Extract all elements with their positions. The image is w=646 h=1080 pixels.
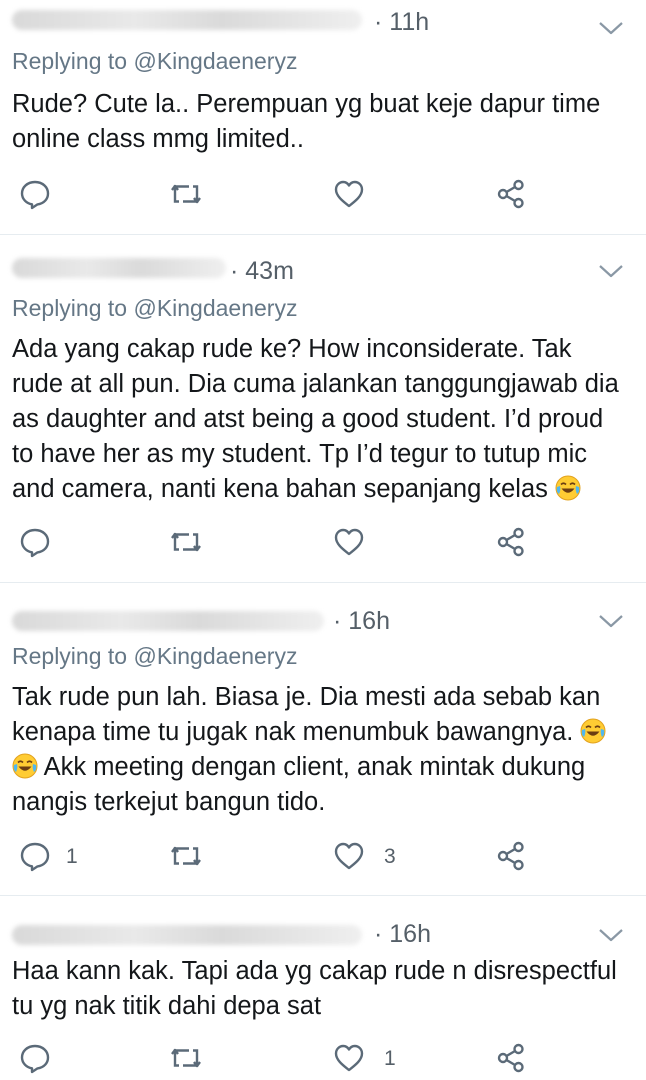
share-icon[interactable] xyxy=(494,1041,528,1075)
chevron-down-icon[interactable] xyxy=(598,613,624,629)
face-with-tears-of-joy-emoji xyxy=(580,718,606,744)
retweet-icon[interactable] xyxy=(169,1041,203,1075)
author-name-redacted xyxy=(12,258,226,278)
face-with-tears-of-joy-emoji xyxy=(12,753,38,779)
face-with-tears-of-joy-emoji xyxy=(555,475,581,501)
replying-to-handle[interactable]: @Kingdaeneryz xyxy=(133,643,297,669)
retweet-icon[interactable] xyxy=(169,177,203,211)
tweet-text: Tak rude pun lah. Biasa je. Dia mesti ad… xyxy=(12,680,622,820)
retweet-icon[interactable] xyxy=(169,839,203,873)
replying-to: Replying to @Kingdaeneryz xyxy=(12,643,298,669)
share-icon[interactable] xyxy=(494,177,528,211)
author-name-redacted xyxy=(12,10,362,30)
reply-icon[interactable] xyxy=(18,525,52,559)
like-icon[interactable] xyxy=(332,177,366,211)
author-name-redacted xyxy=(12,611,324,631)
chevron-down-icon[interactable] xyxy=(598,263,624,279)
tweet-2[interactable]: · 43m Replying to @Kingdaeneryz Ada yang… xyxy=(0,235,646,581)
share-icon[interactable] xyxy=(494,525,528,559)
tweet-time: · 43m xyxy=(230,257,294,285)
chevron-down-icon[interactable] xyxy=(598,20,624,36)
like-icon[interactable] xyxy=(332,1041,366,1075)
replying-to-handle[interactable]: @Kingdaeneryz xyxy=(133,48,297,74)
author-name-redacted xyxy=(12,925,362,945)
reply-count: 1 xyxy=(66,845,78,868)
like-count: 1 xyxy=(384,1047,396,1070)
tweet-3[interactable]: · 16h Replying to @Kingdaeneryz Tak rude… xyxy=(0,583,646,895)
reply-icon[interactable] xyxy=(18,839,52,873)
like-count: 3 xyxy=(384,845,396,868)
replying-to: Replying to @Kingdaeneryz xyxy=(12,48,298,74)
tweet-text: Rude? Cute la.. Perempuan yg buat keje d… xyxy=(12,90,601,153)
tweet-text: Haa kann kak. Tapi ada yg cakap rude n d… xyxy=(12,957,617,1020)
tweet-1[interactable]: · 11h Replying to @Kingdaeneryz Rude? Cu… xyxy=(0,0,646,232)
tweet-time: · 11h xyxy=(374,8,430,36)
like-icon[interactable] xyxy=(332,839,366,873)
reply-icon[interactable] xyxy=(18,177,52,211)
chevron-down-icon[interactable] xyxy=(598,927,624,943)
reply-icon[interactable] xyxy=(18,1041,52,1075)
tweet-time: · 16h xyxy=(374,920,431,948)
share-icon[interactable] xyxy=(494,839,528,873)
tweet-text: Ada yang cakap rude ke? How inconsiderat… xyxy=(12,335,619,503)
tweet-4[interactable]: · 16h Haa kann kak. Tapi ada yg cakap ru… xyxy=(0,896,646,1080)
replying-to: Replying to @Kingdaeneryz xyxy=(12,295,298,321)
like-icon[interactable] xyxy=(332,525,366,559)
retweet-icon[interactable] xyxy=(169,525,203,559)
replying-to-handle[interactable]: @Kingdaeneryz xyxy=(133,295,297,321)
tweet-time: · 16h xyxy=(333,607,390,635)
